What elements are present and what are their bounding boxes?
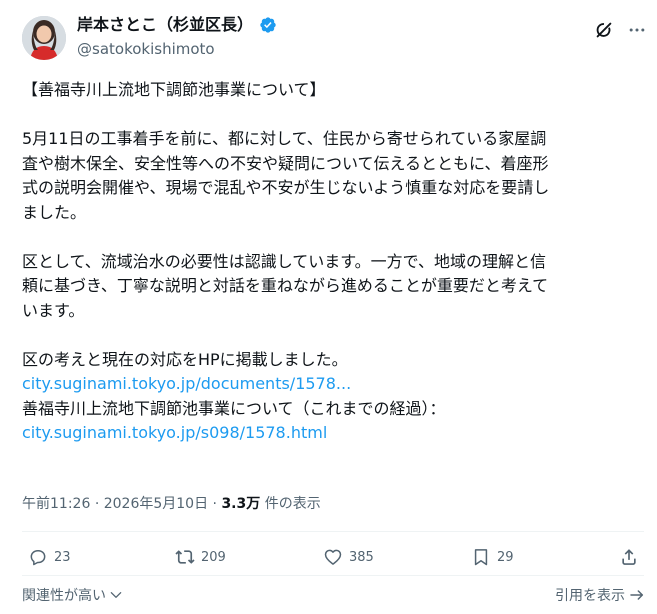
tweet-paragraph-1-line-4: ました。 (22, 202, 87, 222)
like-count: 385 (349, 549, 374, 565)
reply-button[interactable]: 23 (28, 547, 71, 567)
tweet-paragraph-2-line-2: 頼に基づき、丁寧な説明と対話を重ねながら進めることが重要だと考えて (22, 276, 549, 295)
reply-sort-label: 関連性が高い (22, 588, 106, 604)
bookmark-count: 29 (497, 549, 514, 565)
tweet-paragraph-3: 区の考えと現在の対応をHPに掲載しました。 (22, 349, 348, 369)
avatar[interactable] (22, 16, 66, 60)
repost-count: 209 (201, 549, 226, 565)
reply-count: 23 (54, 549, 71, 565)
tweet-paragraph-2-line-3: います。 (22, 300, 85, 320)
more-options-icon[interactable] (627, 20, 647, 40)
hp-link[interactable]: city.suginami.tokyo.jp/s098/1578.html (22, 423, 327, 442)
views-count: 3.3万 (221, 496, 261, 512)
arrow-right-icon (630, 590, 644, 600)
meta-separator: · (212, 496, 217, 512)
tweet-meta: 午前11:26 · 2026年5月10日 · 3.3万 件の表示 (22, 494, 321, 514)
repost-icon (175, 550, 195, 564)
author-handle[interactable]: @satokokishimoto (77, 40, 215, 58)
author-name[interactable]: 岸本さとこ（杉並区長） (77, 15, 253, 35)
avatar-image (22, 16, 66, 60)
grok-icon[interactable] (593, 19, 615, 41)
reply-icon (30, 550, 46, 566)
verified-badge-icon (260, 17, 276, 33)
author-name-row[interactable]: 岸本さとこ（杉並区長） (77, 15, 277, 35)
share-button[interactable] (619, 547, 639, 567)
views-label: 件の表示 (264, 496, 321, 512)
heart-icon (324, 549, 342, 565)
repost-button[interactable]: 209 (175, 547, 226, 567)
chevron-down-icon (110, 592, 122, 598)
tweet-text: 【善福寺川上流地下調節池事業について】 5月11日の工事着手を前に、都に対して、… (22, 78, 644, 446)
reply-sort-dropdown[interactable]: 関連性が高い (22, 585, 123, 605)
view-quotes-link[interactable]: 引用を表示 (555, 585, 645, 605)
share-icon (622, 549, 636, 565)
tweet-date[interactable]: 2026年5月10日 (104, 496, 208, 512)
meta-separator: · (94, 496, 100, 512)
tweet-paragraph-1-line-1: 5月11日の工事着手を前に、都に対して、住民から寄せられている家屋調 (22, 129, 547, 148)
bookmark-button[interactable]: 29 (471, 547, 514, 567)
view-quotes-label: 引用を表示 (555, 588, 625, 604)
bookmark-icon (474, 549, 488, 566)
tweet-time[interactable]: 午前11:26 (22, 496, 90, 512)
divider (22, 575, 644, 576)
divider (22, 531, 644, 532)
documents-link[interactable]: city.suginami.tokyo.jp/documents/1578... (22, 374, 351, 393)
tweet-paragraph-1-line-3: 式の説明会開催や、現場で混乱や不安が生じないよう慎重な対応を要請し (22, 178, 550, 197)
like-button[interactable]: 385 (323, 547, 374, 567)
tweet-paragraph-1-line-2: 査や樹木保全、安全性等への不安や疑問について伝えるとともに、着座形 (22, 153, 549, 173)
link-caption: 善福寺川上流地下調節池事業について（これまでの経過）： (22, 398, 446, 418)
tweet-title: 【善福寺川上流地下調節池事業について】 (22, 80, 326, 99)
tweet-paragraph-2-line-1: 区として、流域治水の必要性は認識しています。一方で、地域の理解と信 (22, 251, 547, 271)
